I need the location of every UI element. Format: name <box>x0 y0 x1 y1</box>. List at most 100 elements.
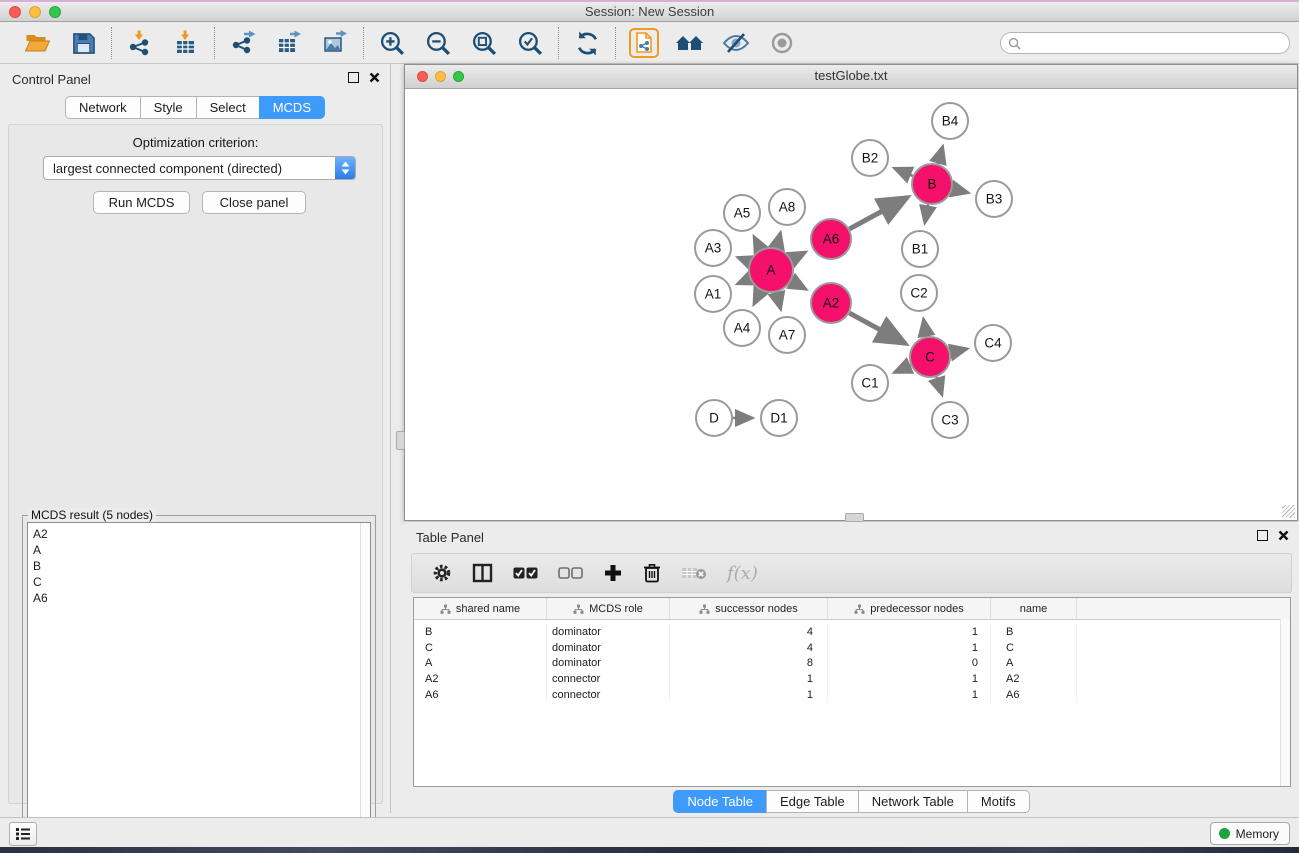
table-cell[interactable]: 1 <box>828 640 991 656</box>
column-visibility-icon[interactable] <box>472 563 493 583</box>
table-cell[interactable]: A2 <box>414 671 547 687</box>
horizontal-split-handle[interactable] <box>845 513 864 522</box>
graph-node-A3[interactable]: A3 <box>695 230 731 266</box>
edge-A-A6[interactable] <box>791 252 806 260</box>
export-image-icon[interactable] <box>320 28 350 58</box>
edge-B-B2[interactable] <box>894 168 913 176</box>
tab-select[interactable]: Select <box>196 96 260 119</box>
search-field[interactable] <box>1000 32 1290 54</box>
float-table-panel-icon[interactable] <box>1257 530 1268 541</box>
table-cell[interactable]: dominator <box>547 655 670 671</box>
edge-A-A1[interactable] <box>737 279 750 284</box>
run-mcds-button[interactable]: Run MCDS <box>93 191 190 214</box>
minimize-window-icon[interactable] <box>29 6 41 18</box>
column-header-MCDS-role[interactable]: MCDS role <box>547 598 670 619</box>
import-network-icon[interactable] <box>125 28 155 58</box>
close-panel-icon[interactable] <box>369 72 380 83</box>
table-cell[interactable]: dominator <box>547 640 670 656</box>
table-cell[interactable]: 1 <box>828 671 991 687</box>
open-session-icon[interactable] <box>22 28 52 58</box>
table-cell[interactable]: A6 <box>991 687 1077 703</box>
column-header-predecessor-nodes[interactable]: predecessor nodes <box>828 598 991 619</box>
zoom-window-icon[interactable] <box>49 6 61 18</box>
edge-C-C4[interactable] <box>950 349 967 353</box>
zoom-selected-icon[interactable] <box>515 28 545 58</box>
refresh-layout-icon[interactable] <box>572 28 602 58</box>
graph-node-A8[interactable]: A8 <box>769 189 805 225</box>
table-cell[interactable]: 4 <box>670 640 828 656</box>
graph-node-D1[interactable]: D1 <box>761 400 797 436</box>
table-cell[interactable]: 8 <box>670 655 828 671</box>
table-cell[interactable]: B <box>991 624 1077 640</box>
graph-node-A2[interactable]: A2 <box>811 283 851 323</box>
hide-selected-icon[interactable] <box>721 28 751 58</box>
edge-A-A7[interactable] <box>776 292 780 309</box>
add-row-icon[interactable] <box>603 563 623 583</box>
memory-button[interactable]: Memory <box>1210 822 1290 845</box>
table-tab-network-table[interactable]: Network Table <box>858 790 968 813</box>
graph-node-A6[interactable]: A6 <box>811 219 851 259</box>
table-cell[interactable]: C <box>991 640 1077 656</box>
table-settings-icon[interactable] <box>432 563 452 583</box>
edge-C-C3[interactable] <box>936 377 942 395</box>
edge-A6-B[interactable] <box>849 197 907 229</box>
table-row[interactable]: A2connector11A2 <box>414 671 1290 687</box>
delete-rows-icon[interactable] <box>643 563 661 583</box>
vertical-split-handle[interactable] <box>396 431 405 450</box>
table-cell[interactable]: 1 <box>670 687 828 703</box>
table-tab-edge-table[interactable]: Edge Table <box>766 790 859 813</box>
graph-node-A7[interactable]: A7 <box>769 317 805 353</box>
window-resize-grip[interactable] <box>1282 505 1295 518</box>
tab-network[interactable]: Network <box>65 96 141 119</box>
window-controls[interactable] <box>9 6 61 18</box>
network-zoom-icon[interactable] <box>453 71 464 82</box>
network-canvas[interactable]: AA6A2BCA1A3A4A5A7A8B1B2B3B4C1C2C3C4DD1 <box>405 89 1297 520</box>
graph-node-D[interactable]: D <box>696 400 732 436</box>
edge-A-A8[interactable] <box>777 232 781 248</box>
graph-node-B2[interactable]: B2 <box>852 140 888 176</box>
column-header-successor-nodes[interactable]: successor nodes <box>670 598 828 619</box>
table-cell[interactable]: 0 <box>828 655 991 671</box>
table-tab-node-table[interactable]: Node Table <box>673 790 767 813</box>
search-input[interactable] <box>1025 35 1282 51</box>
column-header-shared-name[interactable]: shared name <box>414 598 547 619</box>
edge-C-C2[interactable] <box>923 319 926 337</box>
export-table-icon[interactable] <box>274 28 304 58</box>
import-table-icon[interactable] <box>171 28 201 58</box>
table-cell[interactable]: A2 <box>991 671 1077 687</box>
tab-mcds[interactable]: MCDS <box>259 96 325 119</box>
edge-A-A2[interactable] <box>791 281 806 289</box>
result-item[interactable]: C <box>33 574 370 590</box>
graph-node-B[interactable]: B <box>912 164 952 204</box>
graph-node-C3[interactable]: C3 <box>932 402 968 438</box>
zoom-in-icon[interactable] <box>377 28 407 58</box>
table-cell[interactable]: 1 <box>828 687 991 703</box>
network-minimize-icon[interactable] <box>435 71 446 82</box>
task-history-button[interactable] <box>9 822 37 846</box>
graph-node-B3[interactable]: B3 <box>976 181 1012 217</box>
edge-B-B3[interactable] <box>952 189 968 193</box>
graph-node-C1[interactable]: C1 <box>852 365 888 401</box>
float-panel-icon[interactable] <box>348 72 359 83</box>
network-window-titlebar[interactable]: testGlobe.txt <box>405 65 1297 89</box>
zoom-out-icon[interactable] <box>423 28 453 58</box>
result-item[interactable]: B <box>33 558 370 574</box>
close-window-icon[interactable] <box>9 6 21 18</box>
delete-table-icon[interactable] <box>681 565 707 581</box>
table-row[interactable]: A6connector11A6 <box>414 687 1290 703</box>
graph-node-A1[interactable]: A1 <box>695 276 731 312</box>
edge-A-A3[interactable] <box>737 257 749 262</box>
table-row[interactable]: Adominator80A <box>414 655 1290 671</box>
graph-node-A[interactable]: A <box>749 248 793 292</box>
edge-B-B1[interactable] <box>925 205 928 224</box>
function-builder-icon[interactable]: f(x) <box>727 563 758 584</box>
table-cell[interactable]: A6 <box>414 687 547 703</box>
column-header-name[interactable]: name <box>991 598 1077 619</box>
deselect-all-icon[interactable] <box>558 567 583 579</box>
table-cell[interactable]: connector <box>547 687 670 703</box>
edge-C-C1[interactable] <box>894 365 911 372</box>
table-cell[interactable]: 1 <box>828 624 991 640</box>
edge-A2-C[interactable] <box>849 313 905 344</box>
tab-style[interactable]: Style <box>140 96 197 119</box>
network-close-icon[interactable] <box>417 71 428 82</box>
